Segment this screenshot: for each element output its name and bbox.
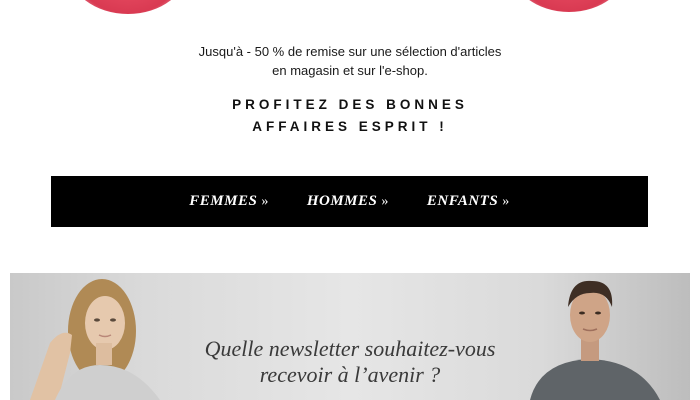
nav-link-hommes[interactable]: HOMMES » — [288, 193, 408, 210]
chevron-right-icon: » — [261, 193, 269, 209]
chevron-right-icon: » — [381, 193, 389, 209]
nav-link-femmes-label: FEMMES — [189, 193, 258, 209]
headline: PROFITEZ DES BONNES AFFAIRES ESPRIT ! — [0, 94, 700, 138]
decorative-watercolor-blob-right — [510, 0, 628, 12]
chevron-right-icon: » — [502, 193, 510, 209]
nav-link-enfants[interactable]: ENFANTS » — [408, 193, 529, 210]
man-model-image — [530, 280, 660, 400]
newsletter-banner[interactable]: Quelle newsletter souhaitez-vous recevoi… — [10, 273, 690, 400]
category-nav-bar: FEMMES » HOMMES » ENFANTS » — [51, 176, 648, 227]
promo-text: Jusqu'à - 50 % de remise sur une sélecti… — [0, 42, 700, 80]
promo-line-2: en magasin et sur l'e-shop. — [272, 63, 428, 78]
headline-line-1: PROFITEZ DES BONNES — [232, 97, 468, 112]
promo-line-1: Jusqu'à - 50 % de remise sur une sélecti… — [198, 44, 502, 59]
nav-link-hommes-label: HOMMES — [306, 193, 378, 209]
nav-link-enfants-label: ENFANTS — [426, 193, 499, 209]
nav-link-femmes[interactable]: FEMMES » — [170, 193, 288, 210]
decorative-watercolor-blob-left — [68, 0, 188, 14]
headline-line-2: AFFAIRES ESPRIT ! — [252, 119, 448, 134]
